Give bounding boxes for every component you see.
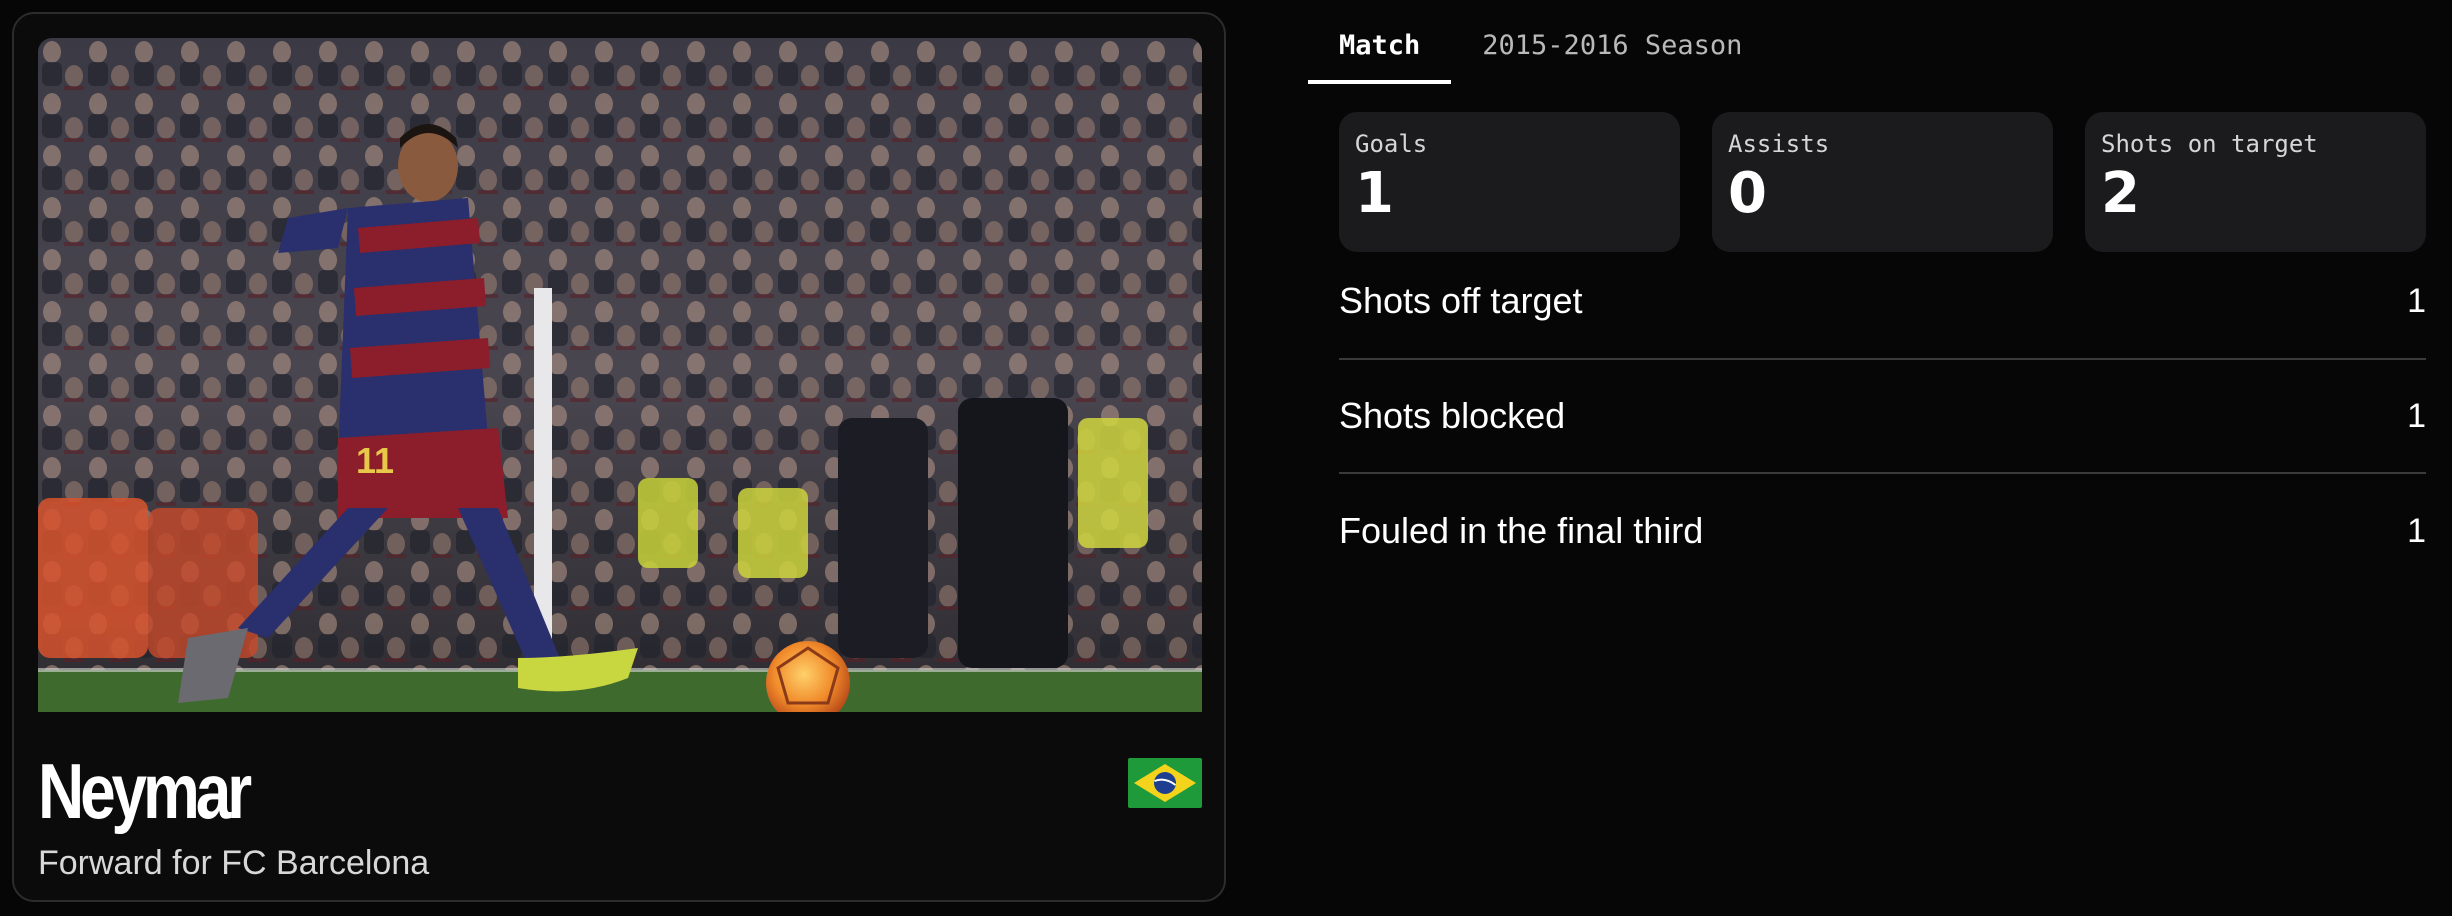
- stat-row-label: Shots off target: [1339, 280, 1583, 321]
- stat-card-value: 1: [1355, 161, 1394, 226]
- stat-card-value: 0: [1728, 161, 1767, 226]
- svg-text:11: 11: [356, 440, 394, 481]
- stats-tabs: Match 2015-2016 Season: [1308, 26, 1773, 84]
- stat-row-shots-blocked: Shots blocked 1: [1339, 360, 2426, 474]
- stat-list: Shots off target 1 Shots blocked 1 Foule…: [1339, 250, 2426, 588]
- tab-season[interactable]: 2015-2016 Season: [1451, 26, 1773, 84]
- stat-row-value: 1: [2407, 511, 2426, 550]
- stat-card-label: Assists: [1728, 130, 1830, 158]
- stat-card-shots-on-target: Shots on target 2: [2085, 112, 2426, 252]
- stat-row-label: Shots blocked: [1339, 395, 1566, 436]
- player-photo: 11: [38, 38, 1202, 712]
- brazil-flag-icon: [1128, 758, 1202, 808]
- stat-row-shots-off-target: Shots off target 1: [1339, 244, 2426, 360]
- player-photo-image: 11: [38, 38, 1202, 712]
- player-name: Neymar: [38, 747, 252, 835]
- player-card: 11 Neymar Forward for FC Barcelona: [12, 12, 1226, 902]
- stat-card-label: Shots on target: [2101, 130, 2318, 158]
- stat-row-label: Fouled in the final third: [1339, 510, 1704, 551]
- stat-card-goals: Goals 1: [1339, 112, 1680, 252]
- tab-match[interactable]: Match: [1308, 26, 1452, 84]
- stat-row-fouled-final-third: Fouled in the final third 1: [1339, 474, 2426, 588]
- stat-row-value: 1: [2407, 281, 2426, 320]
- stat-card-assists: Assists 0: [1712, 112, 2053, 252]
- stat-row-value: 1: [2407, 396, 2426, 435]
- stat-card-label: Goals: [1355, 130, 1428, 158]
- stat-cards: Goals 1 Assists 0 Shots on target 2: [1339, 112, 2426, 252]
- stat-card-value: 2: [2101, 161, 2140, 226]
- player-role: Forward for FC Barcelona: [38, 844, 430, 882]
